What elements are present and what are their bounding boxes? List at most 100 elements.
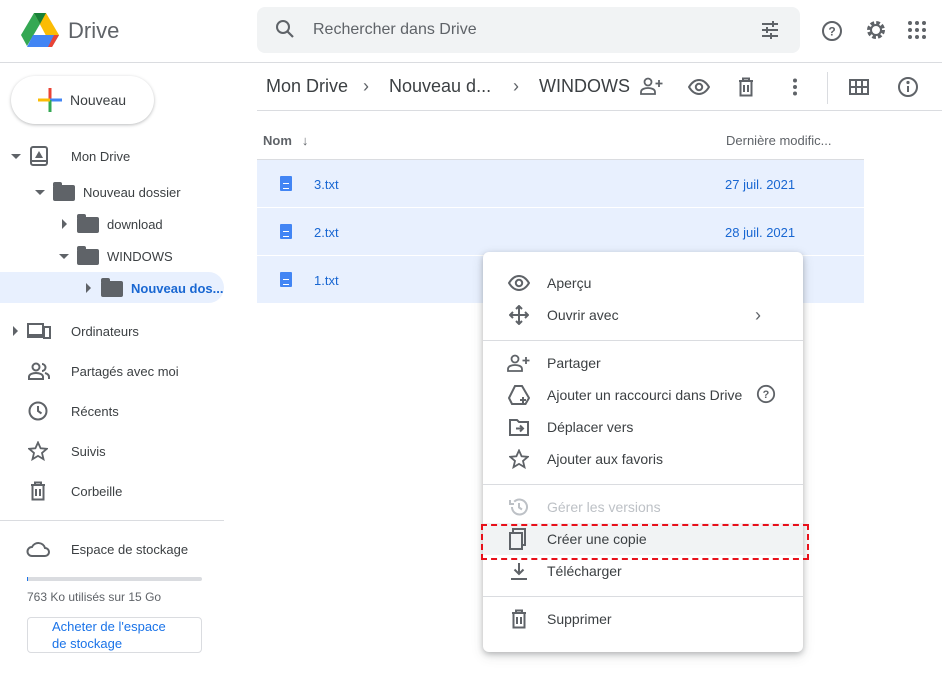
expand-arrow-icon[interactable] <box>13 326 18 336</box>
nav-shared-with-me[interactable]: Partagés avec moi <box>0 358 224 384</box>
nav-computers[interactable]: Ordinateurs <box>0 318 224 344</box>
text-file-icon <box>280 176 292 191</box>
nav-label: Espace de stockage <box>71 542 189 557</box>
menu-item-move-to[interactable]: Déplacer vers <box>483 411 803 443</box>
info-icon[interactable] <box>897 76 919 98</box>
tree-item-windows[interactable]: WINDOWS <box>0 243 224 269</box>
new-button[interactable]: Nouveau <box>11 76 154 124</box>
file-row[interactable]: 2.txt 28 juil. 2021 <box>257 208 864 256</box>
tree-item-nouveau-dossier-selected[interactable]: Nouveau dos... <box>0 275 224 301</box>
search-icon[interactable] <box>275 19 295 39</box>
tree-label: Nouveau dos... <box>131 281 224 296</box>
tree-item-download[interactable]: download <box>0 211 224 237</box>
help-icon[interactable]: ? <box>821 20 843 42</box>
expand-arrow-icon[interactable] <box>86 283 91 293</box>
toolbar-divider <box>827 72 828 104</box>
column-header-name[interactable]: Nom ↓ <box>263 133 308 148</box>
menu-item-share[interactable]: Partager <box>483 347 803 379</box>
more-vert-icon[interactable] <box>792 78 798 96</box>
svg-text:?: ? <box>763 389 770 401</box>
column-name-label: Nom <box>263 133 292 148</box>
buy-storage-button[interactable]: Acheter de l'espace de stockage <box>27 617 202 653</box>
expand-arrow-icon[interactable] <box>62 219 67 229</box>
column-header-modified[interactable]: Dernière modific... <box>726 133 831 148</box>
menu-divider <box>483 596 803 597</box>
menu-label: Aperçu <box>547 275 592 291</box>
menu-item-open-with[interactable]: Ouvrir avec › <box>483 299 803 331</box>
file-name: 3.txt <box>314 177 339 192</box>
menu-item-preview[interactable]: Aperçu <box>483 267 803 299</box>
storage-bar <box>27 577 202 581</box>
breadcrumb-nouveau-dossier[interactable]: Nouveau d... <box>389 76 491 97</box>
tree-label: download <box>107 217 163 232</box>
breadcrumb-mon-drive[interactable]: Mon Drive <box>266 76 348 97</box>
collapse-arrow-icon[interactable] <box>11 154 21 159</box>
folder-icon <box>77 214 99 233</box>
computer-icon <box>27 322 51 343</box>
tree-item-mon-drive[interactable]: Mon Drive <box>0 143 224 169</box>
highlight-annotation-box <box>481 524 809 560</box>
chevron-right-icon: › <box>513 76 519 96</box>
nav-label: Suivis <box>71 444 106 459</box>
folder-icon <box>77 246 99 265</box>
menu-item-delete[interactable]: Supprimer <box>483 603 803 635</box>
search-options-icon[interactable] <box>760 20 780 40</box>
history-icon <box>507 495 531 519</box>
menu-divider <box>483 340 803 341</box>
nav-starred[interactable]: Suivis <box>0 438 224 464</box>
clock-icon <box>28 401 48 424</box>
nav-recent[interactable]: Récents <box>0 398 224 424</box>
nav-label: Ordinateurs <box>71 324 139 339</box>
buy-storage-label: Acheter de l'espace de stockage <box>52 619 166 651</box>
delete-trash-icon[interactable] <box>738 77 754 97</box>
drive-logo-icon[interactable] <box>21 13 59 50</box>
eye-icon <box>507 271 531 295</box>
folder-icon <box>101 278 123 297</box>
move-arrows-icon <box>507 303 531 327</box>
text-file-icon <box>280 272 292 287</box>
tree-label: Nouveau dossier <box>83 185 181 200</box>
sort-arrow-down-icon[interactable]: ↓ <box>302 133 309 148</box>
storage-bar-fill <box>27 577 28 581</box>
menu-label: Supprimer <box>547 611 612 627</box>
nav-label: Partagés avec moi <box>71 364 179 379</box>
nav-label: Récents <box>71 404 119 419</box>
apps-grid-icon[interactable] <box>908 21 926 39</box>
move-folder-icon <box>507 415 531 439</box>
menu-label: Gérer les versions <box>547 499 661 515</box>
download-icon <box>507 559 531 583</box>
folder-icon <box>53 182 75 201</box>
collapse-arrow-icon[interactable] <box>35 190 45 195</box>
nav-trash[interactable]: Corbeille <box>0 478 224 504</box>
app-title: Drive <box>68 18 120 43</box>
plus-icon <box>38 88 62 115</box>
trash-icon <box>30 481 46 504</box>
chevron-right-icon: › <box>755 304 761 325</box>
search-bar[interactable] <box>257 7 800 53</box>
new-button-label: Nouveau <box>70 92 127 108</box>
menu-label: Partager <box>547 355 601 371</box>
person-add-icon <box>507 351 531 375</box>
star-icon <box>507 447 531 471</box>
file-name: 1.txt <box>314 273 339 288</box>
search-input[interactable] <box>313 7 733 53</box>
context-menu: Aperçu Ouvrir avec › Partager Ajouter un … <box>483 252 803 652</box>
my-drive-icon <box>30 146 48 169</box>
menu-item-add-favorites[interactable]: Ajouter aux favoris <box>483 443 803 475</box>
file-row[interactable]: 3.txt 27 juil. 2021 <box>257 160 864 208</box>
breadcrumb-windows[interactable]: WINDOWS <box>539 76 630 97</box>
nav-storage[interactable]: Espace de stockage <box>0 536 224 562</box>
share-person-add-icon[interactable] <box>640 77 664 95</box>
collapse-arrow-icon[interactable] <box>59 254 69 259</box>
file-name: 2.txt <box>314 225 339 240</box>
preview-eye-icon[interactable] <box>688 79 710 95</box>
settings-gear-icon[interactable] <box>865 19 887 41</box>
toolbar-bottom-divider <box>257 110 942 111</box>
drive-shortcut-icon <box>507 383 531 407</box>
grid-view-icon[interactable] <box>849 79 869 95</box>
file-date: 28 juil. 2021 <box>725 225 796 240</box>
menu-label: Ajouter aux favoris <box>547 451 663 467</box>
help-icon[interactable]: ? <box>756 384 776 407</box>
tree-item-nouveau-dossier[interactable]: Nouveau dossier <box>0 179 224 205</box>
menu-item-add-shortcut[interactable]: Ajouter un raccourci dans Drive? <box>483 379 803 411</box>
